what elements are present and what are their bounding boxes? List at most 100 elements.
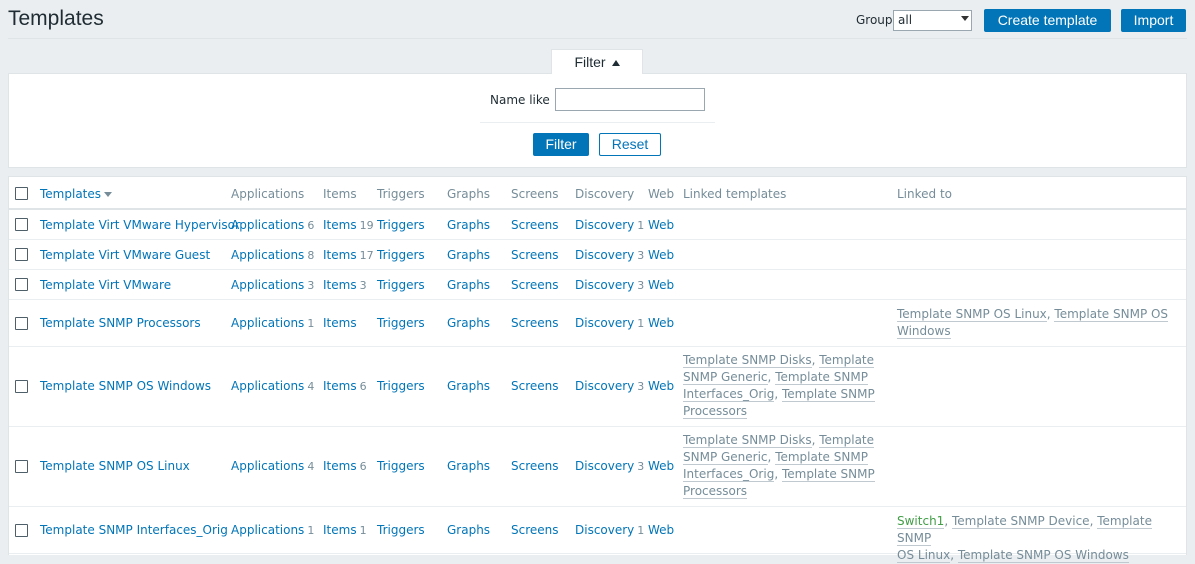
linked-template-link[interactable]: Processors xyxy=(683,404,748,419)
linked-template-link[interactable]: SNMP Generic xyxy=(683,450,768,465)
applications-link[interactable]: Applications xyxy=(231,459,304,473)
discovery-link[interactable]: Discovery xyxy=(575,523,634,537)
screens-link[interactable]: Screens xyxy=(511,459,559,473)
items-link[interactable]: Items xyxy=(323,248,357,262)
column-discovery: Discovery xyxy=(575,187,635,201)
linked-template-link[interactable]: Processors xyxy=(683,484,748,499)
reset-button[interactable]: Reset xyxy=(599,133,661,156)
linked-to-link[interactable]: OS Linux xyxy=(897,548,951,563)
template-name-link[interactable]: Template SNMP Interfaces_Orig xyxy=(40,523,228,537)
discovery-link[interactable]: Discovery xyxy=(575,218,634,232)
screens-link[interactable]: Screens xyxy=(511,316,559,330)
linked-to-cell: Switch1, Template SNMP Device, Template … xyxy=(897,513,1182,564)
screens-link[interactable]: Screens xyxy=(511,379,559,393)
applications-link[interactable]: Applications xyxy=(231,379,304,393)
linked-template-link[interactable]: SNMP Generic xyxy=(683,370,768,385)
web-link[interactable]: Web xyxy=(648,523,674,537)
graphs-link[interactable]: Graphs xyxy=(447,278,490,292)
triggers-link[interactable]: Triggers xyxy=(377,379,425,393)
filter-tab[interactable]: Filter xyxy=(551,49,643,74)
linked-host-link[interactable]: Switch1 xyxy=(897,514,945,529)
linked-to-link[interactable]: Windows xyxy=(897,324,951,339)
linked-template-link[interactable]: Template SNMP xyxy=(781,467,875,482)
items-link[interactable]: Items xyxy=(323,523,357,537)
import-button[interactable]: Import xyxy=(1121,9,1186,32)
items-link[interactable]: Items xyxy=(323,316,357,330)
graphs-link[interactable]: Graphs xyxy=(447,459,490,473)
select-all-checkbox[interactable] xyxy=(15,187,28,200)
template-name-link[interactable]: Template SNMP Processors xyxy=(40,316,201,330)
group-select[interactable]: all xyxy=(893,10,972,31)
linked-template-link[interactable]: Template SNMP Disks xyxy=(683,433,812,448)
discovery-link[interactable]: Discovery xyxy=(575,459,634,473)
row-checkbox[interactable] xyxy=(15,317,28,330)
screens-link[interactable]: Screens xyxy=(511,248,559,262)
row-checkbox[interactable] xyxy=(15,218,28,231)
triggers-link[interactable]: Triggers xyxy=(377,218,425,232)
triggers-link[interactable]: Triggers xyxy=(377,523,425,537)
items-cell: Items 6 xyxy=(323,379,367,393)
template-name-link[interactable]: Template Virt VMware Hypervisor xyxy=(40,218,240,232)
row-checkbox[interactable] xyxy=(15,248,28,261)
triggers-link[interactable]: Triggers xyxy=(377,459,425,473)
graphs-link[interactable]: Graphs xyxy=(447,379,490,393)
template-name-link[interactable]: Template SNMP OS Linux xyxy=(40,459,190,473)
create-template-button[interactable]: Create template xyxy=(984,9,1111,32)
row-checkbox[interactable] xyxy=(15,278,28,291)
linked-template-link[interactable]: Template xyxy=(819,433,875,448)
web-link[interactable]: Web xyxy=(648,248,674,262)
filter-button[interactable]: Filter xyxy=(533,133,589,156)
graphs-link[interactable]: Graphs xyxy=(447,218,490,232)
applications-link[interactable]: Applications xyxy=(231,316,304,330)
graphs-link[interactable]: Graphs xyxy=(447,316,490,330)
discovery-link[interactable]: Discovery xyxy=(575,248,634,262)
web-link[interactable]: Web xyxy=(648,316,674,330)
applications-link[interactable]: Applications xyxy=(231,278,304,292)
items-count: 17 xyxy=(359,249,374,262)
linked-template-link[interactable]: Template SNMP xyxy=(775,370,868,385)
row-checkbox[interactable] xyxy=(15,380,28,393)
items-link[interactable]: Items xyxy=(323,278,357,292)
applications-link[interactable]: Applications xyxy=(231,218,304,232)
triggers-link[interactable]: Triggers xyxy=(377,316,425,330)
linked-template-link[interactable]: Template SNMP xyxy=(781,387,875,402)
linked-to-link[interactable]: Template SNMP OS Windows xyxy=(957,548,1129,563)
web-link[interactable]: Web xyxy=(648,278,674,292)
triggers-link[interactable]: Triggers xyxy=(377,278,425,292)
items-cell: Items 1 xyxy=(323,523,367,537)
applications-count: 6 xyxy=(307,219,315,232)
screens-link[interactable]: Screens xyxy=(511,523,559,537)
discovery-link[interactable]: Discovery xyxy=(575,379,634,393)
applications-count: 1 xyxy=(307,317,315,330)
screens-link[interactable]: Screens xyxy=(511,278,559,292)
template-name-link[interactable]: Template Virt VMware Guest xyxy=(40,248,210,262)
linked-to-link[interactable]: Template SNMP Device xyxy=(951,514,1090,529)
template-name-link[interactable]: Template Virt VMware xyxy=(40,278,171,292)
applications-link[interactable]: Applications xyxy=(231,248,304,262)
linked-template-link[interactable]: Template SNMP Disks xyxy=(683,353,812,368)
graphs-link[interactable]: Graphs xyxy=(447,248,490,262)
graphs-link[interactable]: Graphs xyxy=(447,523,490,537)
linked-template-link[interactable]: Template SNMP xyxy=(775,450,868,465)
row-checkbox[interactable] xyxy=(15,460,28,473)
linked-to-link[interactable]: Template SNMP OS Linux xyxy=(897,307,1047,322)
applications-link[interactable]: Applications xyxy=(231,523,304,537)
name-like-input[interactable] xyxy=(555,88,705,111)
web-link[interactable]: Web xyxy=(648,379,674,393)
row-checkbox[interactable] xyxy=(15,524,28,537)
items-link[interactable]: Items xyxy=(323,379,357,393)
web-link[interactable]: Web xyxy=(648,218,674,232)
linked-template-link[interactable]: Interfaces_Orig xyxy=(683,467,775,482)
web-link[interactable]: Web xyxy=(648,459,674,473)
discovery-link[interactable]: Discovery xyxy=(575,316,634,330)
linked-template-link[interactable]: Interfaces_Orig xyxy=(683,387,775,402)
items-link[interactable]: Items xyxy=(323,459,357,473)
template-name-link[interactable]: Template SNMP OS Windows xyxy=(40,379,211,393)
triggers-link[interactable]: Triggers xyxy=(377,248,425,262)
screens-link[interactable]: Screens xyxy=(511,218,559,232)
items-link[interactable]: Items xyxy=(323,218,357,232)
linked-to-link[interactable]: Template SNMP OS xyxy=(1054,307,1169,322)
linked-template-link[interactable]: Template xyxy=(819,353,875,368)
discovery-link[interactable]: Discovery xyxy=(575,278,634,292)
column-templates[interactable]: Templates xyxy=(40,187,113,201)
